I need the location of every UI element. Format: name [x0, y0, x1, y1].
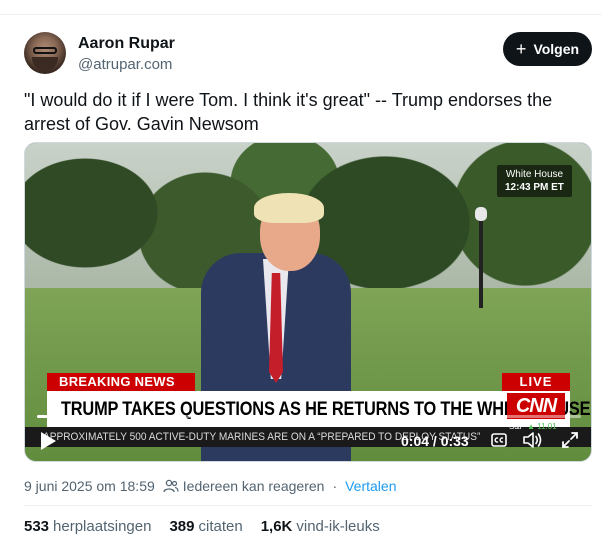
- post-meta: 9 juni 2025 om 18:59 Iedereen kan reager…: [24, 478, 396, 494]
- video-controls: 0:04 / 0:33: [25, 425, 591, 457]
- follow-button-label: Volgen: [533, 41, 580, 57]
- avatar-glasses: [33, 47, 57, 54]
- location-label: White House: [505, 169, 564, 180]
- avatar-beard: [32, 57, 58, 71]
- volume-icon[interactable]: [523, 431, 543, 449]
- people-icon: [163, 479, 179, 493]
- plus-icon: +: [515, 39, 527, 59]
- quotes-label: citaten: [198, 518, 243, 535]
- play-icon[interactable]: [39, 431, 57, 451]
- author-handle[interactable]: @atrupar.com: [78, 56, 172, 73]
- video-progress-bar[interactable]: [37, 415, 581, 418]
- post-date[interactable]: 9 juni 2025 om 18:59: [24, 478, 155, 494]
- post-text: "I would do it if I were Tom. I think it…: [24, 90, 553, 134]
- person-hair: [254, 193, 324, 223]
- likes-stat[interactable]: 1,6K vind-ik-leuks: [261, 518, 380, 535]
- follow-button[interactable]: + Volgen: [503, 32, 592, 66]
- avatar[interactable]: [24, 32, 66, 74]
- reposts-label: herplaatsingen: [53, 518, 152, 535]
- meta-separator: ·: [332, 478, 338, 494]
- fullscreen-icon[interactable]: [561, 431, 579, 449]
- top-divider: [0, 14, 602, 15]
- breaking-news-banner: BREAKING NEWS: [47, 373, 195, 391]
- reposts-stat[interactable]: 533 herplaatsingen: [24, 518, 151, 535]
- lamp-head: [475, 207, 487, 221]
- translate-link[interactable]: Vertalen: [345, 478, 396, 494]
- quotes-stat[interactable]: 389 citaten: [169, 518, 242, 535]
- reposts-count: 533: [24, 518, 50, 535]
- video-progress-fill: [37, 415, 103, 418]
- lamp-post: [479, 213, 483, 308]
- likes-count: 1,6K: [260, 518, 293, 535]
- reply-setting: Iedereen kan reageren: [182, 478, 325, 494]
- live-badge: LIVE: [502, 373, 570, 391]
- engagement-stats: 533 herplaatsingen 389 citaten 1,6K vind-ik…: [24, 518, 398, 535]
- author-name[interactable]: Aaron Rupar: [78, 35, 175, 53]
- video-player[interactable]: White House 12:43 PM ET BREAKING NEWS LI…: [24, 142, 592, 462]
- likes-label: vind-ik-leuks: [296, 518, 380, 535]
- stats-divider: [24, 505, 592, 506]
- captions-icon[interactable]: [491, 433, 507, 447]
- video-time: 0:04 / 0:33: [401, 433, 469, 449]
- broadcast-time: 12:43 PM ET: [505, 182, 564, 193]
- location-time-bug: White House 12:43 PM ET: [497, 165, 572, 197]
- quotes-count: 389: [169, 518, 195, 535]
